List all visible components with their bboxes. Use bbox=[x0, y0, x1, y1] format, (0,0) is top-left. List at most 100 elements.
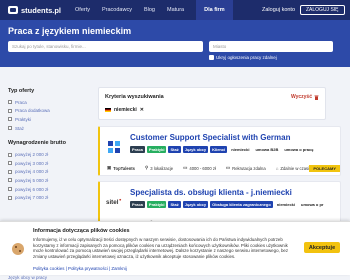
clear-label: Wyczyść bbox=[290, 94, 312, 100]
job-title[interactable]: Customer Support Specialist with German bbox=[130, 133, 290, 142]
tag-niemiecki: niemiecki bbox=[276, 202, 295, 207]
checkbox[interactable] bbox=[8, 178, 12, 183]
remove-tag-icon[interactable]: ✕ bbox=[140, 107, 144, 113]
option-label: powyżej 6 000 zł bbox=[15, 186, 49, 192]
checkbox[interactable] bbox=[8, 126, 12, 131]
tag-niemiecki: niemiecki bbox=[231, 147, 250, 152]
cookie-banner: Informacja dotycząca plików cookies Info… bbox=[0, 221, 350, 275]
meta-company: ▣ TopTalents bbox=[107, 165, 135, 171]
tag-contract: umowa o pr bbox=[301, 202, 324, 207]
cookie-links[interactable]: Polityka cookies | Polityka prywatności … bbox=[33, 266, 127, 271]
toptalents-logo-icon bbox=[108, 141, 120, 153]
meta-location-label: 3 lokalizacje bbox=[150, 165, 174, 171]
cookie-text: Informujemy, iż w celu optymalizacji tre… bbox=[33, 237, 289, 260]
offer-type-option[interactable]: Praktyki bbox=[8, 115, 88, 124]
cookie-title: Informacja dotycząca plików cookies bbox=[33, 228, 130, 234]
tag-staz: Staż bbox=[168, 146, 181, 153]
job-title[interactable]: Specjalista ds. obsługi klienta - j.niem… bbox=[130, 188, 292, 197]
meta-location: ⚲ 3 lokalizacje bbox=[145, 165, 173, 171]
meta-company-label: TopTalents bbox=[113, 165, 135, 171]
footer-heading[interactable]: Język obcy w pracy bbox=[8, 275, 47, 280]
checkbox[interactable] bbox=[8, 169, 12, 174]
job-tags: Praca Praktyki Staż Język obcy Klienci n… bbox=[130, 146, 317, 153]
tag-praca: Praca bbox=[130, 201, 145, 208]
nav-link-oferty[interactable]: Oferty bbox=[75, 7, 90, 13]
site-logo[interactable]: students.pl bbox=[8, 6, 61, 15]
company-logo bbox=[106, 139, 122, 155]
search-criteria: Kryteria wyszukiwania Wyczyść niemiecki … bbox=[98, 87, 326, 120]
salary-option[interactable]: powyżej 5 000 zł bbox=[8, 176, 88, 185]
search-placeholder: Szukaj po tytule, stanowisku, firmie... bbox=[12, 44, 86, 49]
tag-praca: Praca bbox=[130, 146, 145, 153]
option-label: Praktyki bbox=[15, 116, 32, 122]
company-icon: ▣ bbox=[107, 165, 112, 170]
salary-option[interactable]: powyżej 4 000 zł bbox=[8, 168, 88, 177]
salary-icon: ▭ bbox=[183, 165, 188, 170]
checkbox[interactable] bbox=[8, 161, 12, 166]
option-label: Praca bbox=[15, 99, 27, 105]
tag-jezyk-obcy: Język obcy bbox=[182, 201, 209, 208]
remote-icon: ⌂ bbox=[275, 165, 279, 171]
checkbox[interactable] bbox=[8, 117, 12, 122]
location-pin-icon: ⚲ bbox=[144, 165, 149, 170]
salary-heading: Wynagrodzenie brutto bbox=[8, 140, 66, 147]
tag-klienci: Klienci bbox=[210, 146, 228, 153]
tag-obsluga-klienta: Obsługa klienta zagranicznego bbox=[210, 201, 273, 208]
hero-search: Praca z językiem niemieckim Szukaj po ty… bbox=[0, 20, 350, 67]
criteria-tag-label: niemiecki bbox=[114, 107, 137, 113]
job-meta: ▣ TopTalents ⚲ 3 lokalizacje ▭ 4000 - 6000 … bbox=[107, 165, 336, 171]
salary-option[interactable]: powyżej 2 000 zł bbox=[8, 150, 88, 159]
nav-link-dla-firm[interactable]: Dla firm bbox=[196, 0, 233, 20]
trash-icon bbox=[314, 95, 319, 100]
tag-jezyk-obcy: Język obcy bbox=[182, 146, 209, 153]
option-label: Praca dodatkowa bbox=[15, 108, 50, 114]
logo-text: students.pl bbox=[21, 5, 62, 15]
checkbox[interactable] bbox=[8, 100, 12, 105]
salary-option[interactable]: powyżej 6 000 zł bbox=[8, 185, 88, 194]
location-input[interactable]: Miasto bbox=[209, 41, 333, 52]
nav-link-pracodawcy[interactable]: Pracodawcy bbox=[102, 7, 132, 13]
option-label: powyżej 2 000 zł bbox=[15, 152, 49, 158]
accept-cookies-button[interactable]: Akceptuje bbox=[304, 242, 340, 253]
criteria-tag: niemiecki ✕ bbox=[105, 107, 144, 113]
option-label: powyżej 7 000 zł bbox=[15, 195, 49, 201]
offer-type-option[interactable]: Staż bbox=[8, 124, 88, 133]
clear-filters-button[interactable]: Wyczyść bbox=[291, 94, 319, 100]
option-label: powyżej 4 000 zł bbox=[15, 169, 49, 175]
checkbox[interactable] bbox=[8, 108, 12, 113]
cookie-icon bbox=[12, 243, 24, 255]
offer-type-option[interactable]: Praca dodatkowa bbox=[8, 107, 88, 116]
search-input[interactable]: Szukaj po tytule, stanowisku, firmie... bbox=[8, 41, 203, 52]
offer-type-option[interactable]: Praca bbox=[8, 98, 88, 107]
salary-option[interactable]: powyżej 3 000 zł bbox=[8, 159, 88, 168]
nav-link-blog[interactable]: Blog bbox=[144, 7, 155, 13]
offer-type-heading: Typ oferty bbox=[8, 88, 35, 94]
tag-praktyki: Praktyki bbox=[146, 146, 167, 153]
checkbox[interactable] bbox=[8, 152, 12, 157]
register-button[interactable]: ZALOGUJ SIĘ bbox=[300, 5, 345, 15]
location-placeholder: Miasto bbox=[213, 44, 227, 49]
meta-recruitment: ▭Rekrutacja zdalna bbox=[226, 165, 266, 171]
meta-recruitment-label: Rekrutacja zdalna bbox=[232, 165, 266, 171]
filter-sidebar: Typ oferty Praca Praca dodatkowa Praktyk… bbox=[8, 88, 88, 202]
svg-text:sitel: sitel bbox=[106, 199, 119, 206]
page-title: Praca z językiem niemieckim bbox=[8, 26, 132, 36]
nav-link-matura[interactable]: Matura bbox=[167, 7, 184, 13]
recruitment-icon: ▭ bbox=[225, 165, 231, 170]
option-label: powyżej 5 000 zł bbox=[15, 177, 49, 183]
salary-option[interactable]: powyżej 7 000 zł bbox=[8, 193, 88, 202]
login-link[interactable]: Zaloguj konto bbox=[262, 7, 295, 13]
sitel-logo-icon: sitel bbox=[106, 198, 122, 206]
top-nav: students.pl Oferty Pracodawcy Blog Matur… bbox=[0, 0, 350, 20]
tag-praktyki: Praktyki bbox=[146, 201, 167, 208]
checkbox[interactable] bbox=[8, 187, 12, 192]
remote-filter[interactable]: Ukryj ogłoszenia pracy zdalnej bbox=[209, 55, 277, 60]
option-label: powyżej 3 000 zł bbox=[15, 160, 49, 166]
job-card[interactable]: Customer Support Specialist with German … bbox=[98, 126, 341, 176]
remote-checkbox[interactable] bbox=[209, 55, 214, 60]
option-label: Staż bbox=[15, 125, 25, 131]
tag-staz: Staż bbox=[168, 201, 181, 208]
company-logo: sitel bbox=[106, 194, 122, 210]
tag-contract: umowa o pracę bbox=[284, 147, 314, 152]
checkbox[interactable] bbox=[8, 195, 12, 200]
